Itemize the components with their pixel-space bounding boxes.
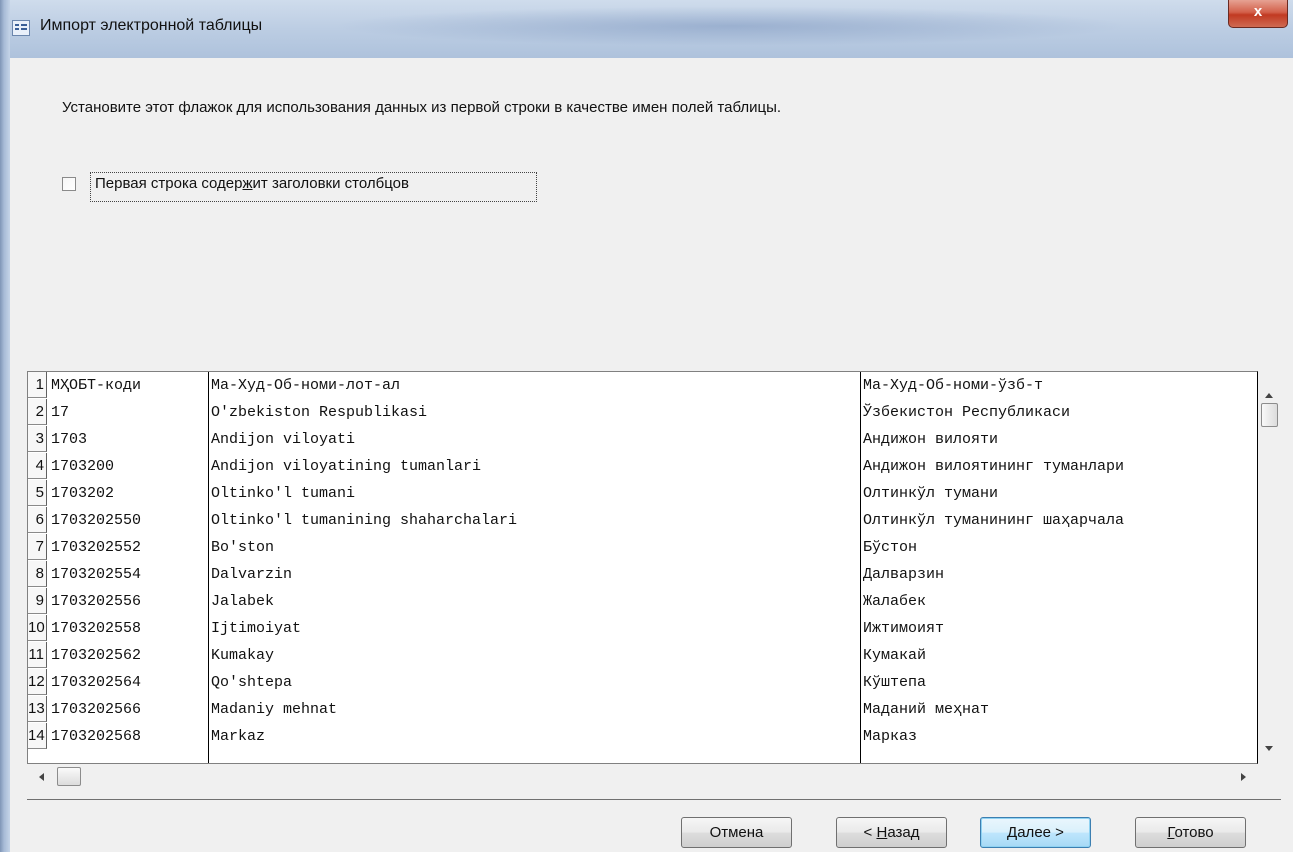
cell-name-latin: Ijtimoiyat (211, 620, 302, 637)
cell-name-latin: Oltinko'l tumanining shaharchalari (211, 512, 518, 529)
cell-name-cyrillic: Далварзин (863, 566, 945, 583)
horizontal-scroll-thumb[interactable] (57, 767, 81, 786)
window-frame-left (0, 0, 10, 852)
cell-code: 1703202556 (51, 593, 142, 610)
title-bar[interactable]: Импорт электронной таблицы x (0, 0, 1293, 58)
table-row: 9 1703202556 Jalabek Жалабек (28, 588, 1257, 615)
window-title: Импорт электронной таблицы (40, 17, 263, 34)
cell-name-cyrillic: Олтинкўл тумани (863, 485, 999, 502)
cell-name-latin: Jalabek (211, 593, 275, 610)
dialog-body: Установите этот флажок для использования… (10, 58, 1293, 852)
table-row: 10 1703202558 Ijtimoiyat Ижтимоият (28, 615, 1257, 642)
cell-code: 1703202550 (51, 512, 142, 529)
row-number: 13 (28, 696, 47, 722)
cell-name-latin: Andijon viloyati (211, 431, 356, 448)
row-number: 2 (28, 399, 47, 425)
cell-code: 1703202558 (51, 620, 142, 637)
row-number: 9 (28, 588, 47, 614)
import-spreadsheet-dialog: Импорт электронной таблицы x Установите … (0, 0, 1293, 852)
cell-name-latin: Ма-Худ-Об-номи-лот-ал (211, 377, 401, 394)
cell-name-cyrillic: Андижон вилоятининг туманлари (863, 458, 1125, 475)
cell-name-latin: Markaz (211, 728, 266, 745)
row-number: 8 (28, 561, 47, 587)
cell-name-latin: Madaniy mehnat (211, 701, 338, 718)
table-row: 7 1703202552 Bo'ston Бўстон (28, 534, 1257, 561)
cell-name-latin: O'zbekiston Respublikasi (211, 404, 428, 421)
cell-name-cyrillic: Олтинкўл туманининг шаҳарчала (863, 512, 1125, 529)
table-row: 3 1703 Andijon viloyati Андижон вилояти (28, 426, 1257, 453)
cell-name-cyrillic: Жалабек (863, 593, 927, 610)
cell-name-cyrillic: Андижон вилояти (863, 431, 999, 448)
first-row-headers-checkbox[interactable] (62, 177, 76, 191)
row-number: 1 (28, 372, 47, 398)
cancel-button[interactable]: Отмена (681, 817, 792, 848)
table-row: 11 1703202562 Kumakay Кумакай (28, 642, 1257, 669)
cell-code: 1703202566 (51, 701, 142, 718)
row-number: 14 (28, 723, 47, 749)
cell-code: 1703200 (51, 458, 115, 475)
cell-code: 1703202552 (51, 539, 142, 556)
cell-name-latin: Dalvarzin (211, 566, 293, 583)
vertical-scroll-thumb[interactable] (1261, 403, 1278, 427)
button-separator (27, 799, 1281, 800)
cell-name-cyrillic: Кўштепа (863, 674, 927, 691)
next-button[interactable]: Далее > (980, 817, 1091, 848)
cell-name-cyrillic: Бўстон (863, 539, 918, 556)
cell-name-cyrillic: Кумакай (863, 647, 927, 664)
scroll-down-icon[interactable] (1265, 746, 1273, 751)
table-row: 1 МҲОБТ-коди Ма-Худ-Об-номи-лот-ал Ма-Худ-О… (28, 372, 1257, 399)
cell-name-latin: Bo'ston (211, 539, 275, 556)
cell-code: 1703202554 (51, 566, 142, 583)
row-number: 4 (28, 453, 47, 479)
table-row: 5 1703202 Oltinko'l tumani Олтинкўл тумани (28, 480, 1257, 507)
close-button[interactable]: x (1228, 0, 1288, 28)
row-number: 7 (28, 534, 47, 560)
cell-code: 1703 (51, 431, 88, 448)
cell-code: 1703202564 (51, 674, 142, 691)
row-number: 10 (28, 615, 47, 641)
table-row: 13 1703202566 Madaniy mehnat Маданий меҳнат (28, 696, 1257, 723)
scroll-right-icon[interactable] (1241, 773, 1246, 781)
cell-name-latin: Andijon viloyatining tumanlari (211, 458, 482, 475)
cell-name-cyrillic: Ма-Худ-Об-номи-ўзб-т (863, 377, 1044, 394)
table-row: 6 1703202550 Oltinko'l tumanining shaharch… (28, 507, 1257, 534)
row-number: 3 (28, 426, 47, 452)
cell-code: 1703202562 (51, 647, 142, 664)
row-number: 5 (28, 480, 47, 506)
checkbox-label-text: Первая строка содержит заголовки столбцо… (95, 175, 409, 192)
table-row: 8 1703202554 Dalvarzin Далварзин (28, 561, 1257, 588)
table-row: 14 1703202568 Markaz Марказ (28, 723, 1257, 750)
instruction-text: Установите этот флажок для использования… (62, 99, 782, 116)
scroll-left-icon[interactable] (39, 773, 44, 781)
cell-name-latin: Kumakay (211, 647, 275, 664)
data-preview-grid[interactable]: 1 МҲОБТ-коди Ма-Худ-Об-номи-лот-ал Ма-Худ-О… (27, 371, 1258, 764)
first-row-headers-label[interactable]: Первая строка содержит заголовки столбцо… (90, 172, 537, 202)
horizontal-scrollbar[interactable] (27, 766, 1258, 788)
cell-code: МҲОБТ-коди (51, 377, 142, 394)
scroll-up-icon[interactable] (1265, 393, 1273, 398)
cell-code: 1703202568 (51, 728, 142, 745)
table-row: 12 1703202564 Qo'shtepa Кўштепа (28, 669, 1257, 696)
cell-code: 17 (51, 404, 70, 421)
cell-name-latin: Qo'shtepa (211, 674, 293, 691)
cell-name-cyrillic: Марказ (863, 728, 918, 745)
row-number: 12 (28, 669, 47, 695)
title-bar-glow (330, 6, 1130, 46)
finish-button[interactable]: Готово (1135, 817, 1246, 848)
cell-code: 1703202 (51, 485, 115, 502)
cell-name-cyrillic: Маданий меҳнат (863, 701, 990, 718)
cell-name-latin: Oltinko'l tumani (211, 485, 356, 502)
table-icon (12, 20, 30, 36)
table-row: 2 17 O'zbekiston Respublikasi Ўзбекистон Ре… (28, 399, 1257, 426)
cell-name-cyrillic: Ижтимоият (863, 620, 945, 637)
back-button[interactable]: < Назад (836, 817, 947, 848)
row-number: 11 (28, 642, 47, 668)
row-number: 6 (28, 507, 47, 533)
cell-name-cyrillic: Ўзбекистон Республикаси (863, 404, 1071, 421)
table-row: 4 1703200 Andijon viloyatining tumanlari Ан… (28, 453, 1257, 480)
vertical-scrollbar[interactable] (1258, 371, 1280, 764)
